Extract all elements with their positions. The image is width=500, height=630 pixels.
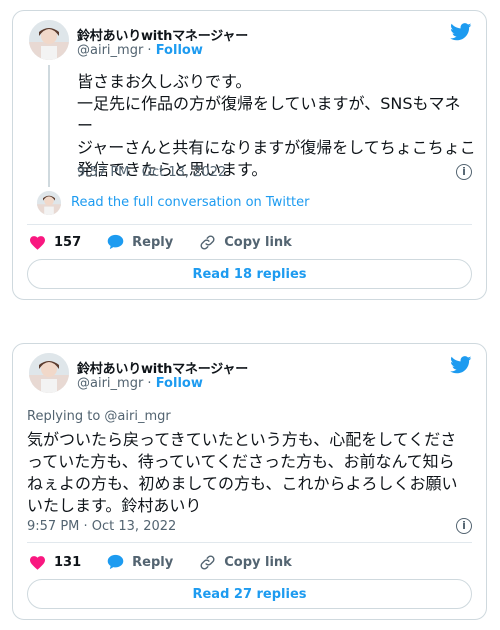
tweet-card-2: 鈴村あいりwithマネージャー @airi_mgr · Follow Reply… <box>12 343 487 620</box>
like-count: 157 <box>54 234 82 250</box>
like-button[interactable]: 131 <box>29 555 81 570</box>
author-name[interactable]: 鈴村あいりwithマネージャー <box>77 25 248 44</box>
like-count: 131 <box>54 554 82 570</box>
separator: · <box>143 43 156 58</box>
tweet-text: 気がついたら戻ってきていたという方も、心配をしてくださ っていた方も、待っていて… <box>27 430 458 515</box>
info-icon[interactable]: i <box>456 518 472 534</box>
author-handle-row: @airi_mgr · Follow <box>77 43 203 58</box>
avatar-image <box>29 353 69 393</box>
copy-link-button[interactable]: Copy link <box>199 554 292 571</box>
thread-line <box>48 65 50 187</box>
heart-icon <box>30 235 45 250</box>
reply-bubble-icon <box>107 234 124 250</box>
copy-link-label: Copy link <box>224 554 292 570</box>
twitter-bird-icon[interactable] <box>450 23 472 41</box>
small-avatar[interactable] <box>37 191 61 215</box>
copy-link-button[interactable]: Copy link <box>199 234 292 251</box>
divider <box>27 224 472 225</box>
small-avatar-image <box>37 191 61 215</box>
timestamp[interactable]: 9:57 PM · Oct 13, 2022 <box>27 519 176 534</box>
avatar-image <box>29 20 69 60</box>
action-bar: 131 Reply Copy link <box>29 552 472 572</box>
link-icon <box>200 234 215 250</box>
reply-label: Reply <box>132 234 174 250</box>
copy-link-label: Copy link <box>224 234 292 250</box>
replying-to[interactable]: Replying to @airi_mgr <box>27 409 171 424</box>
author-handle[interactable]: @airi_mgr <box>77 43 143 58</box>
heart-icon <box>30 555 45 570</box>
reply-label: Reply <box>132 554 174 570</box>
tweet-card-1: 鈴村あいりwithマネージャー @airi_mgr · Follow 皆さまお久… <box>12 10 487 300</box>
separator: · <box>143 376 156 391</box>
follow-button[interactable]: Follow <box>156 43 203 58</box>
read-replies-button[interactable]: Read 27 replies <box>27 579 472 609</box>
author-handle-row: @airi_mgr · Follow <box>77 376 203 391</box>
info-icon[interactable]: i <box>456 164 472 180</box>
divider <box>27 542 472 543</box>
avatar[interactable] <box>29 20 69 60</box>
reply-button[interactable]: Reply <box>107 554 173 570</box>
read-replies-button[interactable]: Read 18 replies <box>27 259 472 289</box>
timestamp[interactable]: 9:57 PM · Oct 13, 2022 <box>77 165 226 180</box>
reply-button[interactable]: Reply <box>107 234 173 250</box>
reply-bubble-icon <box>107 554 124 570</box>
link-icon <box>200 554 215 570</box>
read-full-conversation-link[interactable]: Read the full conversation on Twitter <box>71 195 309 210</box>
twitter-bird-icon[interactable] <box>450 356 472 374</box>
like-button[interactable]: 157 <box>29 235 81 250</box>
action-bar: 157 Reply Copy link <box>29 232 472 252</box>
avatar[interactable] <box>29 353 69 393</box>
author-name[interactable]: 鈴村あいりwithマネージャー <box>77 358 248 377</box>
author-handle[interactable]: @airi_mgr <box>77 376 143 391</box>
follow-button[interactable]: Follow <box>156 376 203 391</box>
